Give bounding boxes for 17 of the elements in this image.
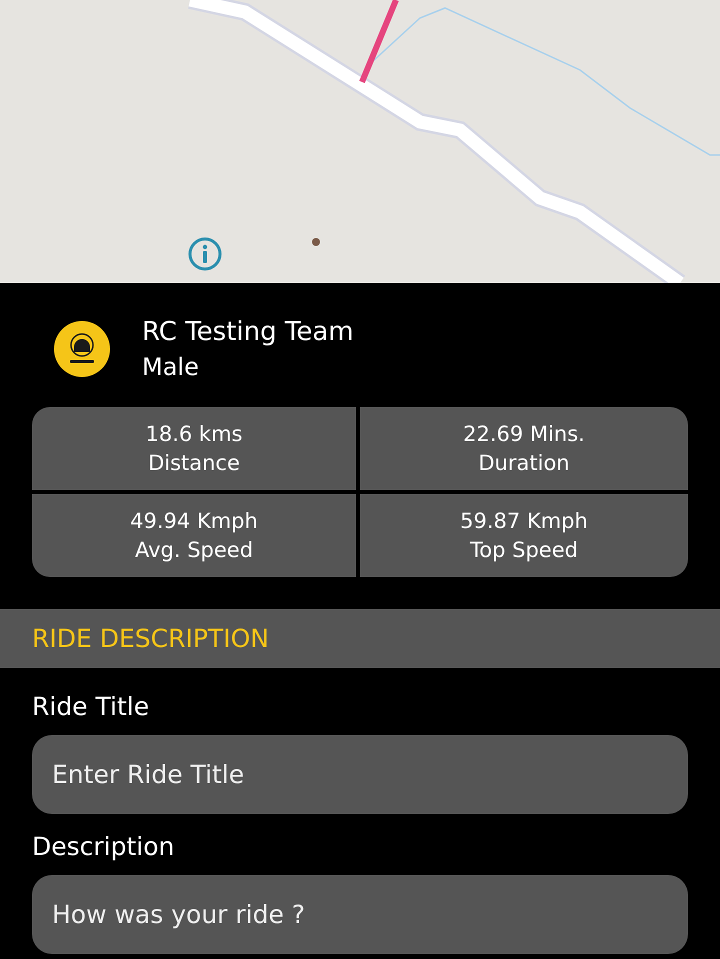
section-title: RIDE DESCRIPTION — [32, 624, 269, 653]
stat-label: Distance — [148, 450, 240, 476]
stat-label: Top Speed — [470, 536, 578, 564]
field-label: Description — [32, 832, 176, 861]
field-label: Ride Title — [32, 692, 150, 721]
stat-value: 59.87 Kmph — [460, 508, 588, 534]
input-field[interactable]: How was your ride ? — [32, 875, 688, 954]
stat-value: 49.94 Kmph — [130, 508, 258, 534]
stat-value: 18.6 kms — [146, 420, 242, 448]
user-name: RC Testing Team — [142, 317, 354, 347]
logo-icon — [54, 321, 110, 377]
user-gender: Male — [142, 353, 200, 381]
stat-label: Avg. Speed — [134, 536, 254, 564]
input-field[interactable]: Enter Ride Title — [32, 735, 688, 814]
stat-value: 22.69 Mins. — [463, 420, 585, 448]
info-icon[interactable] — [187, 236, 223, 272]
stat-label: Duration — [478, 450, 570, 476]
